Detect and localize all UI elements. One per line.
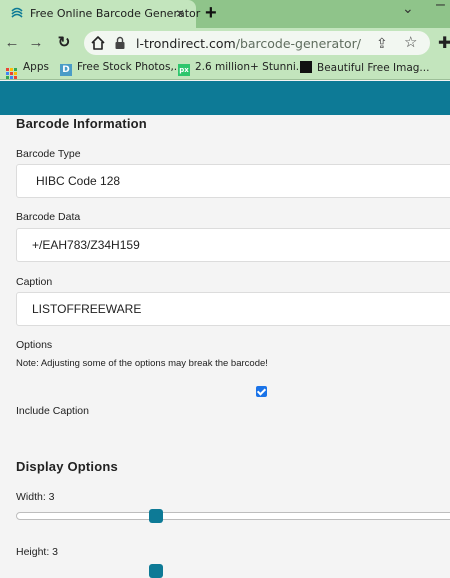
page-content: Barcode Information Barcode Type HIBC Co… — [0, 81, 450, 578]
tab-barcode-generator[interactable]: Free Online Barcode Generator × — [0, 0, 200, 28]
barcode-information-heading: Barcode Information — [16, 116, 147, 131]
new-tab-button[interactable]: + — [205, 2, 217, 24]
options-note: Note: Adjusting some of the options may … — [16, 358, 268, 369]
tab-title: Free Online Barcode Generator — [30, 7, 201, 20]
reload-icon[interactable]: ↻ — [54, 33, 74, 53]
site-favicon-icon — [11, 7, 23, 18]
bookmark-apps[interactable]: Apps — [6, 61, 49, 79]
tab-strip: Free Online Barcode Generator × + ⌄ – — [0, 0, 450, 28]
address-bar[interactable]: l-trondirect.com/barcode-generator/ ⇪ ☆ — [84, 31, 430, 55]
home-icon[interactable] — [90, 35, 106, 51]
share-icon[interactable]: ⇪ — [376, 35, 388, 52]
site-header-bar — [0, 81, 450, 115]
height-label: Height: 3 — [16, 546, 59, 558]
width-slider-thumb[interactable] — [149, 509, 163, 523]
barcode-data-value: +/EAH783/Z34H159 — [32, 238, 140, 252]
tab-close-icon[interactable]: × — [176, 5, 184, 21]
options-label: Options — [16, 339, 53, 351]
barcode-data-label: Barcode Data — [16, 211, 81, 223]
barcode-type-value: HIBC Code 128 — [36, 174, 121, 188]
display-options-heading: Display Options — [16, 459, 118, 474]
barcode-type-select[interactable]: HIBC Code 128 — [16, 164, 450, 198]
width-label: Width: 3 — [16, 491, 55, 503]
bookmark-free-stock-photos[interactable]: D Free Stock Photos,... — [60, 61, 184, 76]
bookmark-pixabay[interactable]: px 2.6 million+ Stunni... — [178, 61, 306, 76]
barcode-type-label: Barcode Type — [16, 148, 81, 160]
barcode-data-input[interactable]: +/EAH783/Z34H159 — [16, 228, 450, 262]
include-caption-checkbox[interactable] — [256, 386, 267, 397]
height-slider-thumb[interactable] — [149, 564, 163, 578]
width-slider-track[interactable] — [16, 512, 450, 520]
unsplash-favicon — [300, 61, 312, 73]
pixabay-favicon: px — [178, 64, 190, 76]
bookmark-favicon-d: D — [60, 64, 72, 76]
bookmark-star-icon[interactable]: ☆ — [404, 33, 417, 51]
bookmarks-bar: Apps D Free Stock Photos,... px 2.6 millio… — [0, 58, 450, 80]
url-text[interactable]: l-trondirect.com/barcode-generator/ — [136, 36, 361, 51]
bookmark-unsplash[interactable]: Beautiful Free Imag... — [300, 61, 429, 74]
include-caption-label: Include Caption — [16, 405, 89, 417]
caption-label: Caption — [16, 276, 53, 288]
browser-toolbar: ← → ↻ l-trondirect.com/barcode-generator… — [0, 28, 450, 58]
forward-arrow-icon[interactable]: → — [26, 33, 46, 53]
back-arrow-icon[interactable]: ← — [2, 33, 22, 53]
tab-search-chevron-icon[interactable]: ⌄ — [402, 0, 414, 17]
minimize-icon[interactable]: – — [436, 0, 445, 14]
apps-grid-icon — [6, 68, 17, 79]
extensions-puzzle-icon[interactable]: ✚ — [438, 33, 450, 53]
caption-input[interactable]: LISTOFFREEWARE — [16, 292, 450, 326]
lock-icon[interactable] — [114, 36, 126, 50]
caption-value: LISTOFFREEWARE — [32, 302, 142, 316]
